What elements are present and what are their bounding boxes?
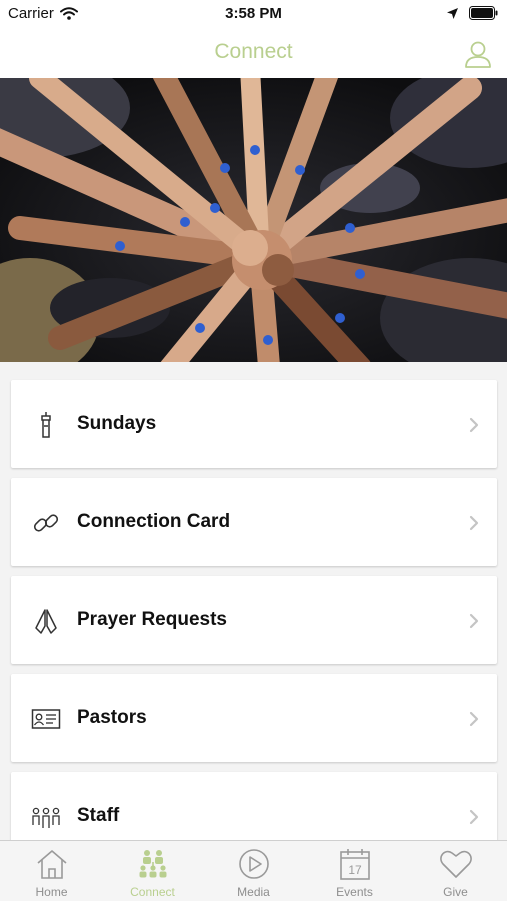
- tab-label-events: Events: [336, 885, 373, 899]
- calendar-icon: 17: [340, 849, 370, 880]
- link-icon: [33, 514, 59, 532]
- heart-icon: [440, 850, 472, 878]
- play-icon: [239, 849, 269, 879]
- tab-bar: Home Connect Media 17 Events Give: [0, 840, 507, 901]
- menu-item-staff[interactable]: Staff: [11, 772, 497, 840]
- menu-label-connection-card: Connection Card: [77, 511, 231, 532]
- tab-home[interactable]: Home: [1, 841, 102, 901]
- chevron-right-icon: [469, 417, 479, 433]
- tab-label-home: Home: [35, 885, 68, 899]
- battery-icon: [469, 6, 498, 20]
- status-bar: Carrier 3:58 PM: [0, 0, 507, 28]
- id-card-icon: [31, 709, 61, 729]
- menu-label-pastors: Pastors: [77, 707, 147, 728]
- chevron-right-icon: [469, 809, 479, 825]
- location-arrow-icon: [447, 7, 458, 19]
- menu-label-staff: Staff: [77, 805, 120, 826]
- user-icon: [465, 41, 491, 68]
- tab-label-give: Give: [443, 885, 468, 899]
- hero-image: [0, 78, 507, 362]
- menu-label-prayer-requests: Prayer Requests: [77, 609, 227, 630]
- menu-item-prayer-requests[interactable]: Prayer Requests: [11, 576, 497, 664]
- calendar-day: 17: [348, 863, 362, 877]
- page-title: Connect: [214, 40, 293, 63]
- status-right: [446, 6, 499, 20]
- chevron-right-icon: [469, 613, 479, 629]
- status-time: 3:58 PM: [225, 5, 282, 22]
- home-icon: [37, 850, 67, 879]
- tab-label-connect: Connect: [130, 885, 175, 899]
- podium-icon: [41, 412, 51, 438]
- chevron-right-icon: [469, 711, 479, 727]
- menu-item-connection-card[interactable]: Connection Card: [11, 478, 497, 566]
- hands-together-photo: [0, 78, 507, 362]
- nav-bar: Connect: [0, 28, 507, 78]
- tab-events[interactable]: 17 Events: [304, 841, 405, 901]
- profile-button[interactable]: [463, 39, 493, 69]
- connect-people-icon: [139, 850, 167, 878]
- tab-connect[interactable]: Connect: [102, 841, 203, 901]
- menu-item-pastors[interactable]: Pastors: [11, 674, 497, 762]
- tab-label-media: Media: [237, 885, 270, 899]
- chevron-right-icon: [469, 515, 479, 531]
- people-icon: [32, 807, 60, 828]
- tab-media[interactable]: Media: [203, 841, 304, 901]
- menu-item-sundays[interactable]: Sundays: [11, 380, 497, 468]
- connect-menu-list: Sundays Connection Card Prayer Requests: [0, 362, 507, 840]
- tab-give[interactable]: Give: [405, 841, 506, 901]
- menu-label-sundays: Sundays: [77, 413, 157, 434]
- praying-hands-icon: [35, 609, 57, 634]
